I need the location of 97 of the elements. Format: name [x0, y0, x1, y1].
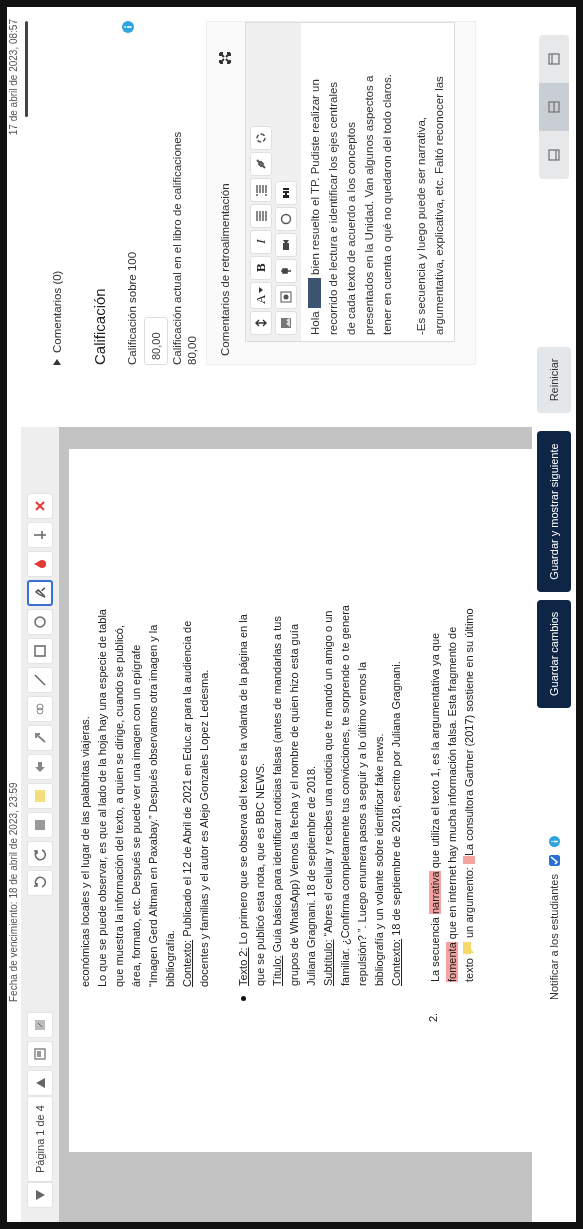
current-grade-value: 80,00 [186, 336, 198, 365]
list-number: 2. [427, 1011, 439, 1022]
check-icon [549, 856, 559, 866]
rings-icon [33, 702, 47, 717]
save-button[interactable]: Guardar cambios [537, 599, 571, 709]
bullet-icon [241, 996, 246, 1001]
media-icon [280, 291, 292, 303]
square-icon [33, 818, 47, 833]
diagonal-arrow-icon [33, 731, 47, 746]
feedback-line: tener en cuenta o qué no quedaron del todo claros. [380, 73, 394, 335]
format-button[interactable]: I [250, 229, 272, 254]
document-line: familiar. ¿Confirma completamente tus convicciones, te sorprende o te genera [338, 605, 352, 986]
grade-input[interactable]: 80,00 [144, 317, 168, 365]
document-line: docentes y familias y el autor es Alejo Gonzales Lopez Ledesma. [197, 668, 211, 987]
document-line: área, formato, etc. Después se puede ver una imagen con un epígrafe [129, 643, 143, 987]
feedback-line: Hola bien resuelto el TP. Pudiste realizar un [307, 78, 322, 335]
pen-icon [33, 586, 47, 601]
notify-checkbox[interactable] [548, 855, 560, 867]
feedback-line: recorrido de lectura e identificar los ejes centrales [326, 80, 340, 335]
triangle-down-icon [35, 1190, 45, 1200]
editor-tool-button[interactable] [275, 259, 297, 283]
document-line: Subtítulo: “Abres el celular y recibes una noticia que te mandó un amigo o un [321, 609, 335, 986]
due-date: Fecha de vencimiento: 18 de abril de 2023, 23:59 [7, 782, 20, 1002]
document-line: que muestra la información del texto, a quien se dirige, cuando se publicó, [112, 624, 126, 987]
notify-label: Notificar a los estudiantes [548, 874, 560, 1000]
document-line: que se publicó esta nota, que es BBC NEWS. [253, 761, 267, 986]
document-line: Contexto: 18 de septiembre de 2018, escrito por Juliana Gragnani. [389, 660, 403, 986]
tool-button[interactable] [27, 580, 53, 607]
document-line: texto un argumento: La consultora Gartner (2017) sostiene en su último [461, 608, 476, 982]
page-indicator: Página 1 de 4 [27, 1096, 53, 1182]
document-line: bibliografía. [163, 929, 177, 987]
document-line: Texto 2: Lo primero que se observa del texto es la volanta de la página en la [236, 613, 250, 986]
editor-tool-button[interactable] [275, 285, 297, 309]
page-icon [33, 1047, 47, 1062]
next-page-button[interactable] [27, 1070, 53, 1097]
document-line: económicas locales y el lugar de las palabritas viajeras. [78, 715, 92, 987]
document-line: “Imagen Gerd Altman en Paxabay.” Después observamos otra imagen y la [146, 623, 160, 987]
delete-button[interactable] [27, 493, 53, 520]
expand-icon[interactable] [219, 52, 231, 64]
grade-label: Calificación sobre 100 [126, 251, 138, 365]
feedback-line: argumentativa, explicativa, etc. Faltó reconocer las [432, 75, 446, 335]
caret-icon [259, 286, 263, 293]
editor-tool-button[interactable] [275, 207, 297, 231]
document-line: La secuencia narrativa que utiliza el texto 1, es la argumentativa ya que [428, 631, 442, 982]
document-line: fomenta que en internet hay mucha información falsa. Esta fragmento de [445, 625, 459, 982]
image-icon [280, 317, 292, 329]
reset-button[interactable]: Reiniciar [537, 346, 571, 414]
document-line: bibliografía y un volante sobre identificar fake news. [372, 732, 386, 986]
layout-icon [548, 52, 560, 65]
layout-mode-button[interactable] [539, 82, 569, 131]
save-button[interactable]: Guardar y mostrar siguiente [537, 431, 571, 592]
circle-icon [280, 213, 292, 225]
scroll-bar[interactable] [25, 21, 28, 117]
layout-icon [548, 148, 560, 161]
layout-icon [548, 100, 560, 113]
rotate-left-icon [33, 876, 47, 891]
color-swatch-icon [33, 789, 47, 804]
rotate-right-icon [33, 847, 47, 862]
triangle-right-icon [53, 359, 61, 365]
editor-tool-button[interactable] [250, 151, 272, 176]
document-line: grupos de WhatsApp) Vemos la fecha y el nombre de quien hizo esta guía [287, 623, 301, 986]
submitted-date: 17 de abril de 2023, 08:57 [7, 19, 20, 136]
feedback-line: presentados en la Unidad. Van algunos aspectos a [362, 74, 376, 335]
feedback-line: -Es secuencia y luego puede ser narrativa, [414, 116, 428, 335]
triangle-up-icon [35, 1078, 45, 1089]
rectangle-icon [33, 644, 47, 659]
editor-tool-button[interactable] [250, 311, 272, 335]
editor-tool-button[interactable] [275, 181, 297, 205]
comment-marker-icon[interactable] [463, 856, 475, 865]
microphone-icon [280, 265, 292, 277]
document-line: Lo que se puede observar, es que al lado de la hoja hay una especie de tabla [95, 609, 109, 987]
comments-link[interactable]: Comentarios (0) [51, 270, 63, 365]
current-grade-label: Calificación actual en el libro de calificaciones [171, 131, 183, 365]
format-button[interactable]: A [250, 281, 272, 309]
numbered-list-icon [255, 183, 267, 196]
bullet-list-icon [255, 209, 267, 222]
unlink-icon [255, 131, 267, 144]
info-icon[interactable] [122, 21, 134, 33]
document-line: Contexto: Publicado el 12 de Abril de 2021 en Educ.ar para la audiencia de [180, 619, 194, 987]
info-icon[interactable] [548, 836, 560, 848]
feedback-line: de cada texto de acuerdo a los conceptos [344, 121, 358, 335]
document-line: repulsión? ”. Luego enumera pasos a seguir y a lo último vemos la [355, 660, 369, 986]
image-icon [33, 1018, 47, 1033]
link-icon [255, 157, 267, 170]
circle-icon [33, 615, 47, 630]
document-line: Título: Guía básica para identificar noticias falsas (antes de mandarlas a tus [270, 615, 284, 986]
document-line: Juliana Gragnani. 18 de septiembre de 2018. [304, 764, 318, 986]
expand-arrows-icon [255, 317, 267, 329]
plugin-icon [280, 187, 292, 199]
section-heading: Calificación [91, 288, 108, 365]
previous-page-button[interactable] [27, 1182, 53, 1208]
camera-icon [280, 239, 292, 251]
editor-tool-button[interactable] [275, 233, 297, 257]
arrow-icon [33, 760, 47, 775]
format-button[interactable]: B [250, 255, 272, 280]
line-icon [33, 673, 47, 688]
feedback-label: Comentarios de retroalimentación [219, 183, 231, 356]
